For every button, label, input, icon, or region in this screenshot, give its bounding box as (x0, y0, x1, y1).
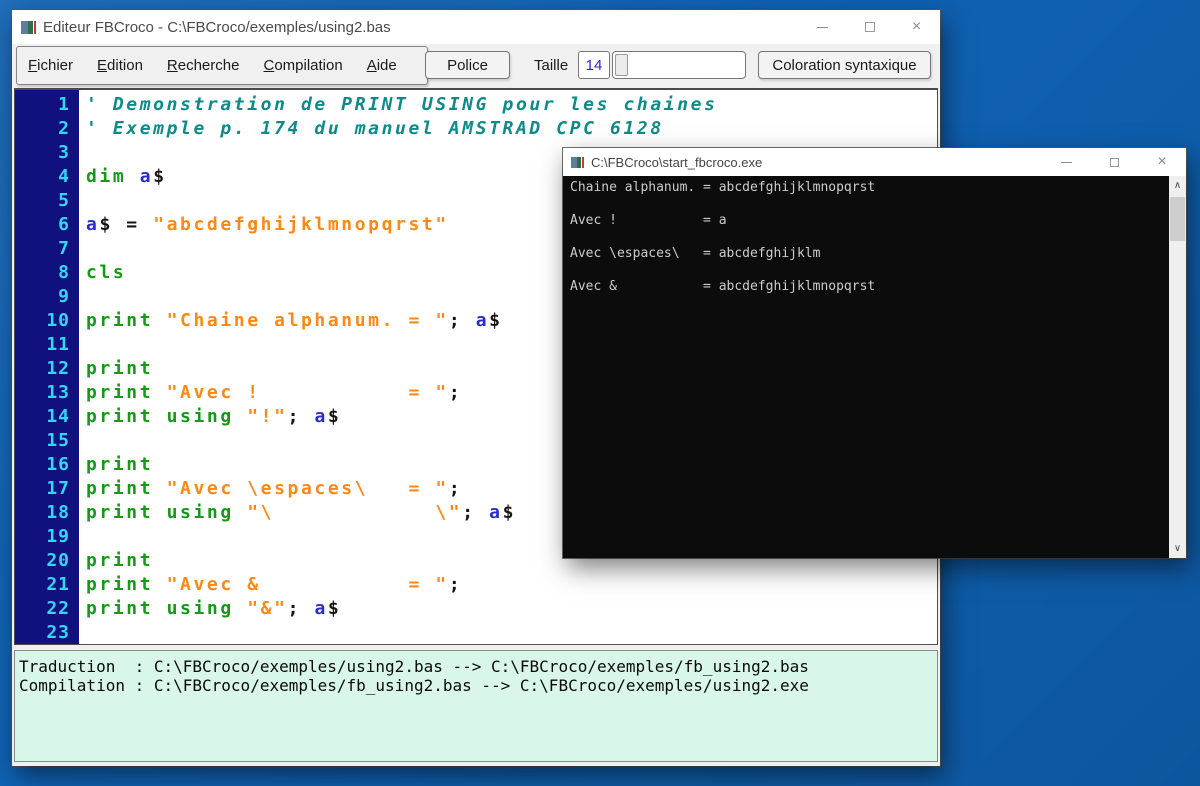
code-line-text (79, 189, 86, 213)
line-number: 16 (15, 453, 79, 477)
line-number: 9 (15, 285, 79, 309)
line-number: 8 (15, 261, 79, 285)
line-number: 21 (15, 573, 79, 597)
code-line-text (79, 525, 86, 549)
close-button[interactable]: × (893, 10, 940, 44)
editor-window-title: Editeur FBCroco - C:\FBCroco/exemples/us… (43, 19, 391, 36)
maximize-icon (865, 22, 875, 32)
minimize-button[interactable] (799, 10, 846, 44)
line-number: 15 (15, 429, 79, 453)
console-titlebar: C:\FBCroco\start_fbcroco.exe × (563, 148, 1186, 176)
close-icon: × (912, 19, 921, 35)
menu-toolbar: Fichier Edition Recherche Compilation Aide P… (12, 44, 940, 88)
code-line-text: print (79, 453, 153, 477)
close-icon: × (1157, 154, 1166, 170)
line-number: 4 (15, 165, 79, 189)
code-line: 21print "Avec & = "; (15, 573, 937, 597)
police-button[interactable]: Police (425, 51, 510, 79)
console-body: Chaine alphanum. = abcdefghijklmnopqrst … (563, 176, 1186, 558)
code-line-text (79, 621, 86, 645)
line-number: 23 (15, 621, 79, 645)
menu-recherche[interactable]: Recherche (167, 57, 240, 74)
line-number: 3 (15, 141, 79, 165)
line-number: 19 (15, 525, 79, 549)
editor-titlebar: Editeur FBCroco - C:\FBCroco/exemples/us… (12, 10, 940, 44)
maximize-icon (1110, 158, 1119, 167)
line-number: 7 (15, 237, 79, 261)
code-line-text: a$ = "abcdefghijklmnopqrst" (79, 213, 449, 237)
code-line-text (79, 141, 86, 165)
console-output: Chaine alphanum. = abcdefghijklmnopqrst … (563, 176, 1186, 296)
line-number: 20 (15, 549, 79, 573)
console-minimize-button[interactable] (1042, 148, 1090, 176)
line-number: 1 (15, 93, 79, 117)
code-line-text: print "Chaine alphanum. = "; a$ (79, 309, 503, 333)
code-line-text: print using "&"; a$ (79, 597, 341, 621)
code-line-text (79, 285, 86, 309)
menu-bar: Fichier Edition Recherche Compilation Aide (16, 46, 428, 85)
taille-value-field[interactable]: 14 (578, 51, 610, 79)
scroll-up-icon[interactable]: ∧ (1169, 177, 1186, 194)
code-line: 1' Demonstration de PRINT USING pour les… (15, 93, 937, 117)
line-number: 10 (15, 309, 79, 333)
code-line-text: print using "!"; a$ (79, 405, 341, 429)
line-number: 12 (15, 357, 79, 381)
menu-aide[interactable]: Aide (367, 57, 397, 74)
line-number: 5 (15, 189, 79, 213)
code-line-text: print (79, 549, 153, 573)
menu-compilation[interactable]: Compilation (263, 57, 342, 74)
code-line-text: ' Exemple p. 174 du manuel AMSTRAD CPC 6… (79, 117, 664, 141)
taille-label: Taille (534, 44, 568, 86)
line-number: 14 (15, 405, 79, 429)
slider-handle[interactable] (615, 54, 628, 76)
line-number: 2 (15, 117, 79, 141)
code-line-text: print using "\ \"; a$ (79, 501, 516, 525)
code-line-text: print "Avec \espaces\ = "; (79, 477, 462, 501)
code-line-text: dim a$ (79, 165, 167, 189)
maximize-button[interactable] (846, 10, 893, 44)
minimize-icon (1061, 162, 1072, 163)
line-number: 11 (15, 333, 79, 357)
code-line-text (79, 237, 86, 261)
console-window: C:\FBCroco\start_fbcroco.exe × Chaine al… (563, 148, 1186, 558)
line-number: 6 (15, 213, 79, 237)
status-output: Traduction : C:\FBCroco/exemples/using2.… (19, 657, 933, 695)
code-line: 23 (15, 621, 937, 645)
line-number: 18 (15, 501, 79, 525)
code-line: 22print using "&"; a$ (15, 597, 937, 621)
code-line-text: ' Demonstration de PRINT USING pour les … (79, 93, 718, 117)
code-line-text: print "Avec & = "; (79, 573, 462, 597)
minimize-icon (817, 27, 828, 28)
console-close-button[interactable]: × (1138, 148, 1186, 176)
font-size-slider[interactable] (612, 51, 746, 79)
code-line: 2' Exemple p. 174 du manuel AMSTRAD CPC … (15, 117, 937, 141)
console-app-icon (571, 157, 584, 168)
code-line-text: print (79, 357, 153, 381)
console-window-title: C:\FBCroco\start_fbcroco.exe (591, 155, 762, 170)
code-line-text: cls (79, 261, 126, 285)
line-number: 17 (15, 477, 79, 501)
code-line-text: print "Avec ! = "; (79, 381, 462, 405)
coloration-syntaxique-button[interactable]: Coloration syntaxique (758, 51, 931, 79)
console-maximize-button[interactable] (1090, 148, 1138, 176)
code-line-text (79, 333, 86, 357)
scroll-down-icon[interactable]: ∨ (1169, 540, 1186, 557)
console-scrollbar[interactable]: ∧ ∨ (1169, 176, 1186, 558)
compiler-output-panel: Traduction : C:\FBCroco/exemples/using2.… (14, 650, 938, 762)
fbcroco-app-icon (21, 21, 36, 34)
line-number: 13 (15, 381, 79, 405)
scrollbar-thumb[interactable] (1170, 197, 1185, 241)
code-line-text (79, 429, 86, 453)
menu-fichier[interactable]: Fichier (28, 57, 73, 74)
menu-edition[interactable]: Edition (97, 57, 143, 74)
line-number: 22 (15, 597, 79, 621)
